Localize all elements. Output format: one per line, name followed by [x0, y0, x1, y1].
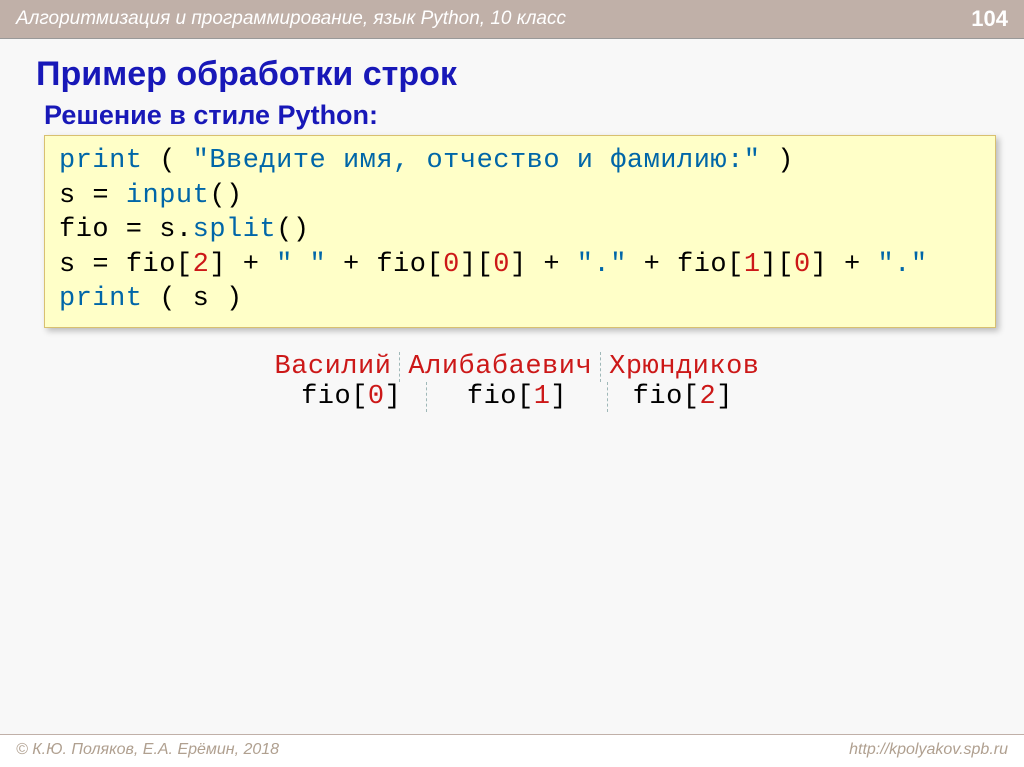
- slide-header: Алгоритмизация и программирование, язык …: [0, 0, 1024, 39]
- copyright: © К.Ю. Поляков, Е.А. Ерёмин, 2018: [16, 741, 279, 759]
- name-cell-0: Василий: [267, 352, 401, 382]
- code-line-4: s = fio[2] + " " + fio[0][0] + "." + fio…: [59, 248, 981, 283]
- example-index-row: fio[0] fio[1] fio[2]: [277, 382, 757, 412]
- example-names-row: Василий Алибабаевич Хрюндиков: [267, 352, 768, 382]
- code-line-3: fio = s.split(): [59, 213, 981, 248]
- subtitle: Решение в стиле Python:: [44, 100, 1004, 131]
- idx-cell-2: fio[2]: [608, 382, 757, 412]
- page-title: Пример обработки строк: [36, 55, 1004, 94]
- slide-content: Пример обработки строк Решение в стиле P…: [0, 39, 1024, 412]
- course-title: Алгоритмизация и программирование, язык …: [16, 8, 566, 30]
- name-cell-2: Хрюндиков: [601, 352, 767, 382]
- example-block: Василий Алибабаевич Хрюндиков fio[0] fio…: [30, 352, 1004, 412]
- idx-cell-0: fio[0]: [277, 382, 427, 412]
- slide-footer: © К.Ю. Поляков, Е.А. Ерёмин, 2018 http:/…: [0, 734, 1024, 767]
- code-line-5: print ( s ): [59, 282, 981, 317]
- name-cell-1: Алибабаевич: [400, 352, 601, 382]
- page-number: 104: [971, 6, 1008, 32]
- idx-cell-1: fio[1]: [427, 382, 609, 412]
- code-line-1: print ( "Введите имя, отчество и фамилию…: [59, 144, 981, 179]
- code-line-2: s = input(): [59, 179, 981, 214]
- code-block: print ( "Введите имя, отчество и фамилию…: [44, 135, 996, 328]
- footer-url: http://kpolyakov.spb.ru: [849, 741, 1008, 759]
